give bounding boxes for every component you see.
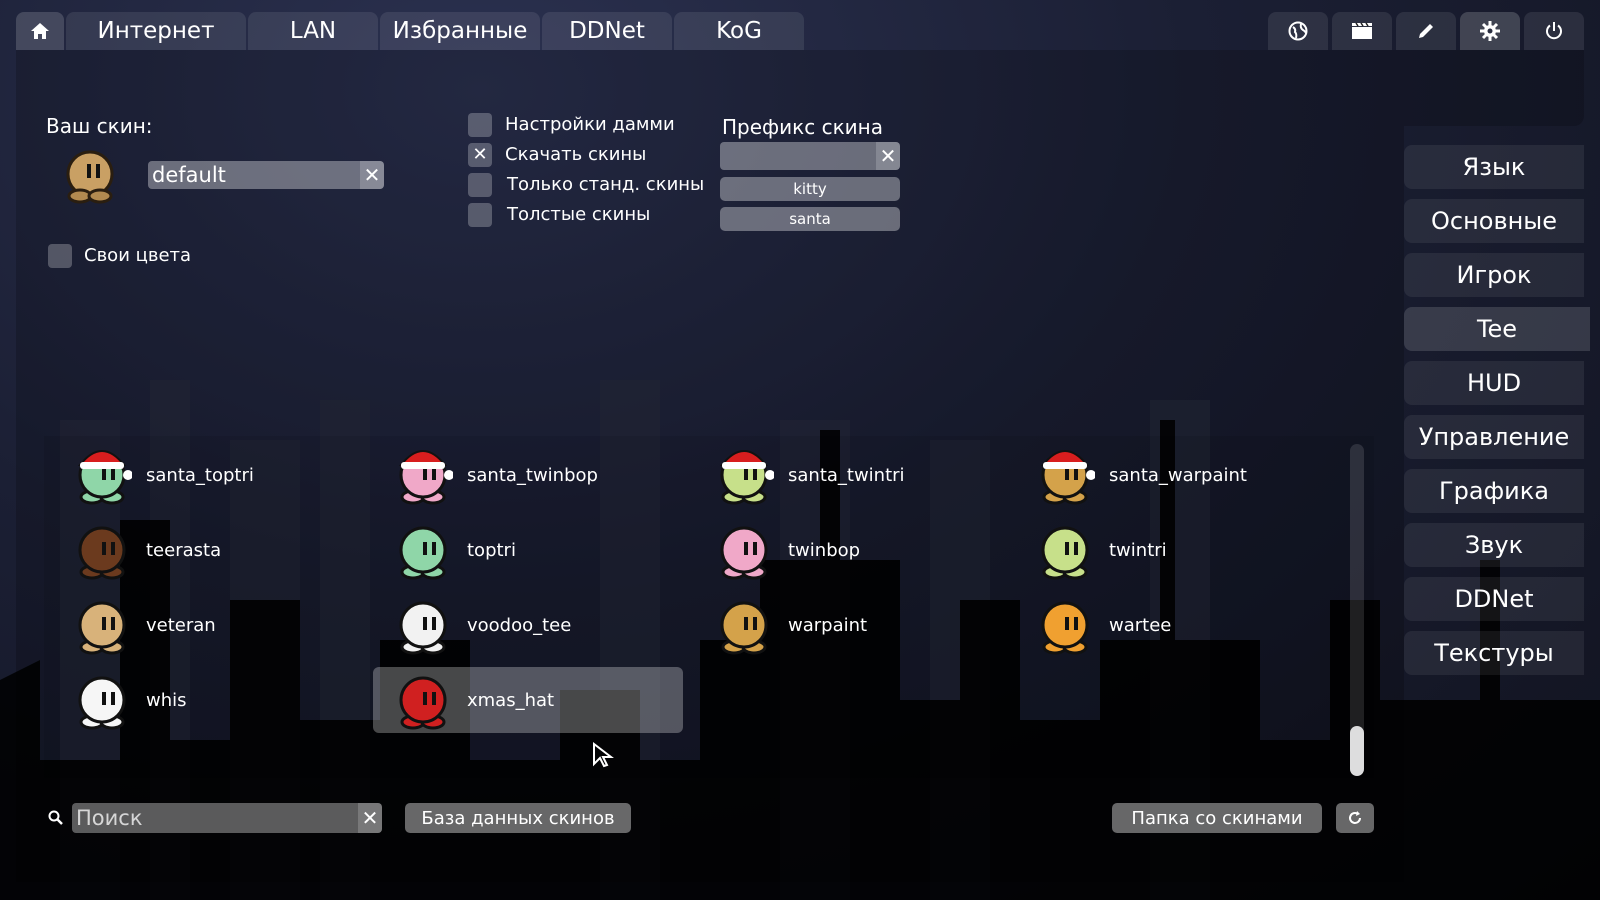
skin-preview-santa_toptri — [77, 450, 132, 505]
skin-name-label: xmas_hat — [467, 689, 555, 711]
skin-preview-warpaint — [720, 601, 768, 655]
fat-skins-checkbox[interactable] — [468, 203, 492, 227]
refresh-skins-button[interactable] — [1336, 803, 1374, 833]
skin-preview-whis — [78, 676, 126, 730]
skin-name-label: toptri — [467, 539, 516, 561]
skin-list-scroll-thumb[interactable] — [1350, 726, 1364, 776]
current-skin-preview — [66, 150, 114, 204]
skin-search-placeholder: Поиск — [76, 806, 143, 830]
skin-item-whis[interactable]: whis — [52, 667, 362, 733]
tee-settings-content: Ваш скин: default ✕ Свои цвета Настройки… — [0, 0, 1600, 900]
skin-preview-voodoo_tee — [399, 601, 447, 655]
skins-folder-button[interactable]: Папка со скинами — [1112, 803, 1322, 833]
skin-item-santa_toptri[interactable]: santa_toptri — [52, 442, 362, 508]
skin-name-clear-button[interactable]: ✕ — [360, 161, 384, 189]
skin-search-clear-button[interactable]: ✕ — [358, 803, 382, 833]
your-skin-label: Ваш скин: — [46, 114, 153, 138]
download-skins-label: Скачать скины — [505, 144, 647, 165]
prefix-option-kitty[interactable]: kitty — [720, 177, 900, 201]
fat-skins-label: Толстые скины — [507, 204, 651, 225]
skin-database-button[interactable]: База данных скинов — [405, 803, 631, 833]
custom-colors-checkbox[interactable] — [48, 244, 72, 268]
skin-search-input[interactable]: Поиск ✕ — [72, 803, 382, 833]
custom-colors-label: Свои цвета — [84, 245, 192, 266]
prefix-option-santa[interactable]: santa — [720, 207, 900, 231]
dummy-settings-checkbox[interactable] — [468, 113, 492, 137]
skin-name-label: whis — [146, 689, 187, 711]
skin-name-label: twintri — [1109, 539, 1167, 561]
skin-item-wartee[interactable]: wartee — [1015, 592, 1325, 658]
skin-preview-veteran — [78, 601, 126, 655]
skin-preview-santa_warpaint — [1040, 450, 1095, 505]
skin-item-veteran[interactable]: veteran — [52, 592, 362, 658]
skin-item-santa_twinbop[interactable]: santa_twinbop — [373, 442, 683, 508]
skin-list-scrollbar[interactable] — [1350, 444, 1364, 776]
skin-item-toptri[interactable]: toptri — [373, 517, 683, 583]
skin-name-label: voodoo_tee — [467, 614, 572, 636]
skin-item-voodoo_tee[interactable]: voodoo_tee — [373, 592, 683, 658]
skin-item-teerasta[interactable]: teerasta — [52, 517, 362, 583]
skin-preview-santa_twintri — [719, 450, 774, 505]
skin-name-label: santa_toptri — [146, 464, 254, 486]
skin-item-santa_warpaint[interactable]: santa_warpaint — [1015, 442, 1325, 508]
skin-name-label: veteran — [146, 614, 216, 636]
skin-preview-xmas_hat — [399, 676, 447, 730]
skin-item-santa_twintri[interactable]: santa_twintri — [694, 442, 1004, 508]
skin-item-warpaint[interactable]: warpaint — [694, 592, 1004, 658]
skin-preview-wartee — [1041, 601, 1089, 655]
skin-name-label: twinbop — [788, 539, 861, 561]
skin-name-label: santa_twinbop — [467, 464, 598, 486]
skin-item-twinbop[interactable]: twinbop — [694, 517, 1004, 583]
skin-name-input[interactable]: default ✕ — [148, 161, 384, 189]
skin-preview-twintri — [1041, 526, 1089, 580]
vanilla-skins-only-label: Только станд. скины — [507, 174, 705, 195]
skin-preview-santa_twinbop — [398, 450, 453, 505]
skin-name-label: warpaint — [788, 614, 868, 636]
skin-prefix-clear-button[interactable]: ✕ — [876, 142, 900, 170]
skin-item-xmas_hat[interactable]: xmas_hat — [373, 667, 683, 733]
mouse-cursor-icon — [593, 742, 614, 768]
skin-preview-toptri — [399, 526, 447, 580]
skin-prefix-label: Префикс скина — [722, 115, 883, 139]
skin-item-twintri[interactable]: twintri — [1015, 517, 1325, 583]
skin-name-value: default — [152, 163, 226, 187]
refresh-icon — [1349, 811, 1361, 824]
skin-name-label: santa_twintri — [788, 464, 905, 486]
skin-name-label: teerasta — [146, 539, 222, 561]
skin-name-label: wartee — [1109, 614, 1172, 636]
skin-preview-teerasta — [78, 526, 126, 580]
dummy-settings-label: Настройки дамми — [505, 114, 675, 135]
skin-prefix-input[interactable]: ✕ — [720, 142, 900, 170]
search-icon — [48, 810, 63, 825]
skin-preview-twinbop — [720, 526, 768, 580]
download-skins-checkbox[interactable]: ✕ — [468, 143, 492, 167]
skin-name-label: santa_warpaint — [1109, 464, 1247, 486]
vanilla-skins-only-checkbox[interactable] — [468, 173, 492, 197]
